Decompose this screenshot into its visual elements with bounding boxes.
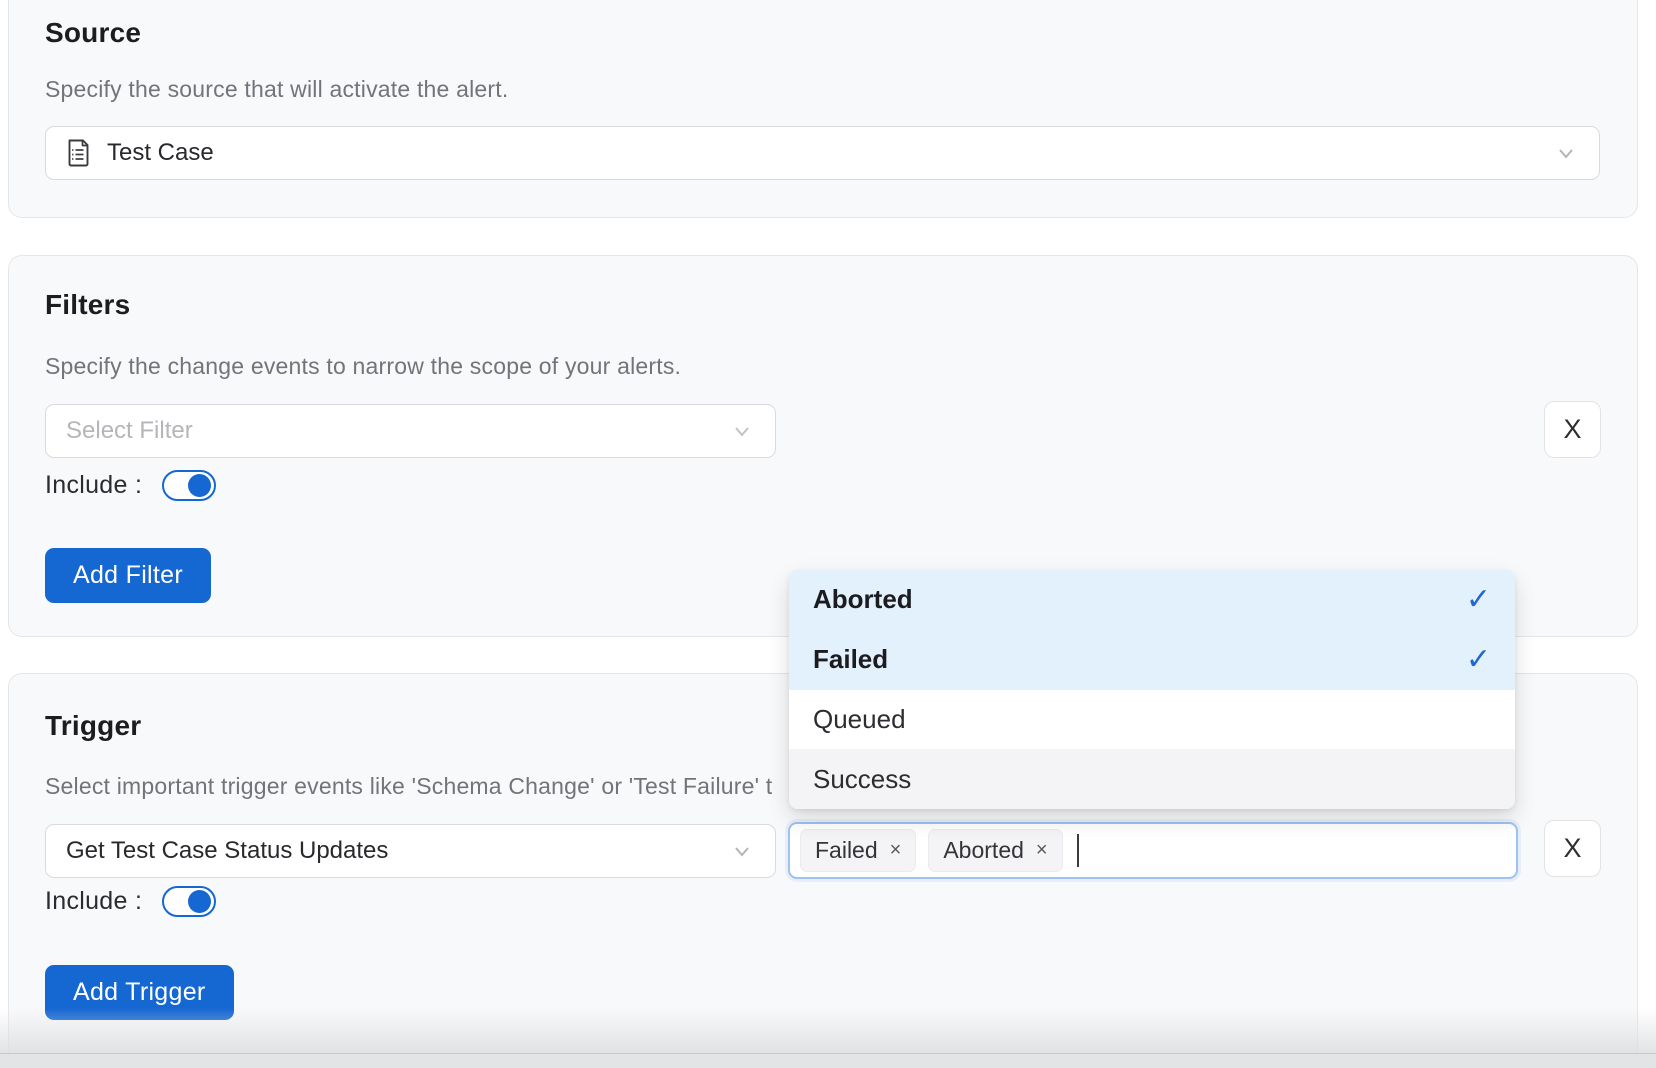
filter-select[interactable]: Select Filter [45, 404, 776, 458]
status-dropdown-menu: Aborted ✓ Failed ✓ Queued Success [789, 570, 1515, 809]
filter-include-row: Include : [45, 470, 216, 501]
dropdown-option-success[interactable]: Success [789, 749, 1515, 809]
source-section-card: Source Specify the source that will acti… [8, 0, 1638, 218]
remove-filter-button[interactable]: X [1544, 401, 1601, 458]
source-select-value: Test Case [107, 139, 214, 167]
add-filter-button[interactable]: Add Filter [45, 548, 211, 603]
status-tag-label: Failed [815, 837, 878, 864]
trigger-include-row: Include : [45, 886, 216, 917]
trigger-select[interactable]: Get Test Case Status Updates [45, 824, 776, 878]
text-caret [1077, 834, 1079, 867]
check-icon: ✓ [1466, 645, 1491, 675]
page-bottom-strip [0, 1053, 1656, 1068]
status-tag-label: Aborted [943, 837, 1024, 864]
status-tags-input[interactable]: Failed × Aborted × [788, 822, 1518, 879]
alert-configuration-page: Source Specify the source that will acti… [0, 0, 1656, 1068]
source-select[interactable]: Test Case [45, 126, 1600, 180]
include-label: Include : [45, 887, 142, 916]
toggle-knob [188, 474, 211, 497]
filters-section-title: Filters [45, 289, 130, 321]
file-text-icon [66, 138, 91, 168]
source-section-title: Source [45, 17, 141, 49]
tag-remove-icon[interactable]: × [1036, 839, 1048, 862]
status-tag: Failed × [800, 829, 916, 872]
include-toggle[interactable] [162, 886, 216, 917]
trigger-section-title: Trigger [45, 710, 141, 742]
tag-remove-icon[interactable]: × [890, 839, 902, 862]
dropdown-option-failed[interactable]: Failed ✓ [789, 630, 1515, 690]
chevron-down-icon [729, 838, 755, 864]
trigger-select-value: Get Test Case Status Updates [66, 837, 388, 865]
include-toggle[interactable] [162, 470, 216, 501]
include-label: Include : [45, 471, 142, 500]
filters-section-description: Specify the change events to narrow the … [45, 353, 681, 380]
filter-select-placeholder: Select Filter [66, 417, 193, 445]
remove-trigger-button[interactable]: X [1544, 820, 1601, 877]
add-trigger-button[interactable]: Add Trigger [45, 965, 234, 1020]
check-icon: ✓ [1466, 585, 1491, 615]
trigger-section-description: Select important trigger events like 'Sc… [45, 773, 772, 800]
chevron-down-icon [1553, 140, 1579, 166]
toggle-knob [188, 890, 211, 913]
status-tag: Aborted × [928, 829, 1062, 872]
chevron-down-icon [729, 418, 755, 444]
source-section-description: Specify the source that will activate th… [45, 76, 508, 103]
dropdown-option-aborted[interactable]: Aborted ✓ [789, 570, 1515, 630]
dropdown-option-queued[interactable]: Queued [789, 690, 1515, 750]
